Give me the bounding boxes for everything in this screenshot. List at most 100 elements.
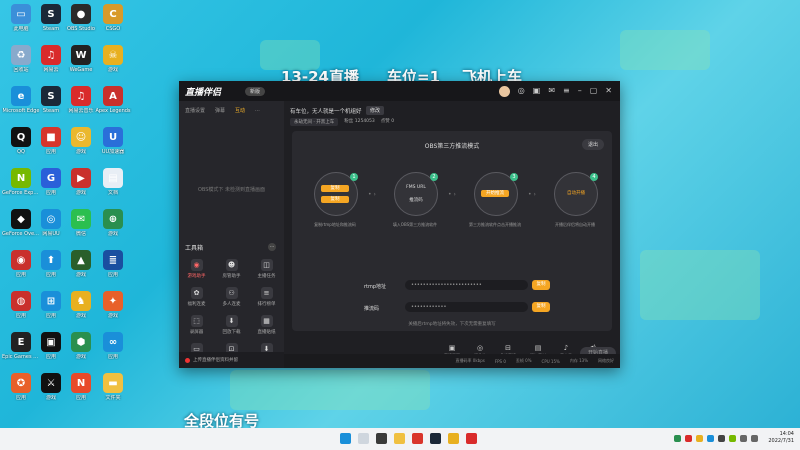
minimize-icon[interactable]: – bbox=[578, 86, 582, 97]
arrow-icon: • › bbox=[368, 191, 376, 198]
app-icon: ⬆ bbox=[41, 250, 61, 270]
toolbox-item[interactable]: ⬚ 录屏器 bbox=[179, 315, 214, 335]
desktop-icon[interactable]: ⊕ 游戏 bbox=[96, 209, 130, 237]
desktop-icon[interactable]: ▤ 文档 bbox=[96, 168, 130, 196]
app-icon: ▭ bbox=[11, 4, 31, 24]
file-explorer-icon[interactable] bbox=[394, 433, 405, 444]
rtmp-input[interactable]: •••••••••••••••••••••••• bbox=[405, 280, 528, 290]
key-input[interactable]: •••••••••••• bbox=[405, 302, 528, 312]
step-2-fms-url: FMS URL bbox=[406, 185, 426, 190]
desktop-icon[interactable]: ∞ 应用 bbox=[96, 332, 130, 360]
tab-danmaku[interactable]: 弹幕 bbox=[215, 107, 225, 114]
left-tabs: 直播设置 弹幕 互动 ... bbox=[179, 101, 284, 120]
desktop-icon[interactable]: N 应用 bbox=[64, 373, 98, 401]
desktop-icon[interactable]: ✦ 游戏 bbox=[96, 291, 130, 319]
desktop-icon[interactable]: W WeGame bbox=[64, 45, 98, 73]
tray-icon[interactable] bbox=[674, 434, 682, 442]
background-shape bbox=[640, 250, 760, 320]
copy-key-button[interactable]: 复制 bbox=[532, 302, 550, 312]
app-taskbar-icon[interactable] bbox=[448, 433, 459, 444]
app-logo: 直播伴侣 bbox=[185, 88, 222, 98]
tool-label: 主播任务 bbox=[257, 274, 276, 279]
menu-icon[interactable]: ≡ bbox=[563, 86, 570, 97]
toolbox-item[interactable]: ☻ 房管助手 bbox=[214, 259, 249, 279]
app-icon: U bbox=[103, 127, 123, 147]
taskview-icon[interactable] bbox=[376, 433, 387, 444]
desktop-icon[interactable]: ⬢ 游戏 bbox=[64, 332, 98, 360]
toolbox-item[interactable]: ≡ 排行榜单 bbox=[249, 287, 284, 307]
app-icon: e bbox=[11, 86, 31, 106]
tray-icon[interactable] bbox=[707, 434, 715, 442]
desktop-icon[interactable]: ▶ 游戏 bbox=[64, 168, 98, 196]
app-icon: ☺ bbox=[71, 127, 91, 147]
tab-live-settings[interactable]: 直播设置 bbox=[185, 107, 205, 114]
toolbox-more-button[interactable]: ··· bbox=[268, 243, 276, 251]
app-icon: S bbox=[41, 86, 61, 106]
app-taskbar-icon[interactable] bbox=[412, 433, 423, 444]
volume-icon[interactable] bbox=[751, 434, 759, 442]
desktop-icon[interactable]: ☺ 游戏 bbox=[64, 127, 98, 155]
tray-icon[interactable] bbox=[696, 434, 704, 442]
tab-more[interactable]: ... bbox=[255, 107, 260, 114]
left-bottom-notice[interactable]: 上传直播伴侣资料并留 bbox=[179, 352, 290, 368]
toolbox-grid: ◉ 游戏助手 ☻ 房管助手 ◫ 主播任务 ✿ 福利连麦 ⚇ 多人连麦 ≡ 排行榜单 ⬚ 录屏器 ⬇ 回放下载 ▦… bbox=[179, 259, 284, 363]
step-1-desc: 复制rtmp地址和推流码 bbox=[314, 222, 356, 227]
tab-interaction[interactable]: 互动 bbox=[235, 107, 245, 114]
step-3-desc: 第三方推流软件点击开播推流 bbox=[469, 222, 521, 227]
app-icon: ≣ bbox=[103, 250, 123, 270]
avatar[interactable] bbox=[498, 86, 510, 97]
clock-date: 2022/7/31 bbox=[768, 438, 794, 444]
desktop-icon[interactable]: ● OBS Studio bbox=[64, 4, 98, 32]
toolbox-item[interactable]: ◫ 主播任务 bbox=[249, 259, 284, 279]
toolbox-item[interactable]: ◉ 游戏助手 bbox=[179, 259, 214, 279]
tray-icon[interactable] bbox=[718, 434, 726, 442]
desktop-icon[interactable]: ✉ 微信 bbox=[64, 209, 98, 237]
version-badge[interactable]: 新版 bbox=[245, 87, 266, 96]
tray-icon[interactable] bbox=[685, 434, 693, 442]
clock[interactable]: 14:04 2022/7/31 bbox=[768, 431, 794, 445]
app-icon: ✦ bbox=[103, 291, 123, 311]
maximize-icon[interactable]: ▢ bbox=[590, 86, 598, 97]
tray-icon[interactable] bbox=[729, 434, 737, 442]
system-tray: 14:04 2022/7/31 bbox=[674, 431, 800, 445]
toolbox-item[interactable]: ▦ 直播贴纸 bbox=[249, 315, 284, 335]
app-icon: ♞ bbox=[71, 291, 91, 311]
windows-start-icon[interactable] bbox=[340, 433, 351, 444]
toolbox-item[interactable]: ✿ 福利连麦 bbox=[179, 287, 214, 307]
desktop-icon-label: 游戏 bbox=[107, 231, 118, 237]
desktop-icon[interactable]: ≣ 应用 bbox=[96, 250, 130, 278]
desktop-icon[interactable]: C CSGO bbox=[96, 4, 130, 32]
app-icon: ⊞ bbox=[41, 291, 61, 311]
taskbar: 14:04 2022/7/31 bbox=[0, 428, 800, 450]
status-item: 网络良好 bbox=[598, 358, 614, 363]
gift-icon[interactable]: ▣ bbox=[533, 86, 541, 97]
app-icon: ▶ bbox=[71, 168, 91, 188]
desktop-icon[interactable]: ☠ 游戏 bbox=[96, 45, 130, 73]
toolbox-item[interactable]: ⚇ 多人连麦 bbox=[214, 287, 249, 307]
desktop-icon[interactable]: ▲ 游戏 bbox=[64, 250, 98, 278]
wifi-icon[interactable] bbox=[740, 434, 748, 442]
toolbox-item[interactable]: ⬇ 回放下载 bbox=[214, 315, 249, 335]
app-icon: ♫ bbox=[41, 45, 61, 65]
desktop-icon[interactable]: ▬ 文件夹 bbox=[96, 373, 130, 401]
background-shape bbox=[620, 30, 710, 70]
search-icon[interactable] bbox=[358, 433, 369, 444]
steam-taskbar-icon[interactable] bbox=[430, 433, 441, 444]
title-bar: 直播伴侣 新版 ◎ ▣ ✉ ≡ – ▢ ✕ bbox=[179, 81, 620, 101]
desktop-icon[interactable]: ♫ 网易云音乐 bbox=[64, 86, 98, 114]
desktop-icon[interactable]: U UU加速器 bbox=[96, 127, 130, 155]
desktop-icon[interactable]: A Apex Legends bbox=[95, 86, 131, 114]
app-icon: ■ bbox=[41, 127, 61, 147]
room-category[interactable]: 永劫无间 · 开黑上车 bbox=[290, 118, 339, 126]
close-icon[interactable]: ✕ bbox=[605, 86, 612, 97]
copy-rtmp-button[interactable]: 复制 bbox=[532, 280, 550, 290]
headset-icon[interactable]: ◎ bbox=[518, 86, 525, 97]
arrow-icon: • › bbox=[528, 191, 536, 198]
mail-icon[interactable]: ✉ bbox=[548, 86, 555, 97]
app-icon: ✪ bbox=[11, 373, 31, 393]
exit-button[interactable]: 退出 bbox=[581, 139, 604, 150]
app-taskbar-icon[interactable] bbox=[466, 433, 477, 444]
edit-room-button[interactable]: 修改 bbox=[366, 106, 385, 115]
app-icon: ▣ bbox=[41, 332, 61, 352]
desktop-icon[interactable]: ♞ 游戏 bbox=[64, 291, 98, 319]
